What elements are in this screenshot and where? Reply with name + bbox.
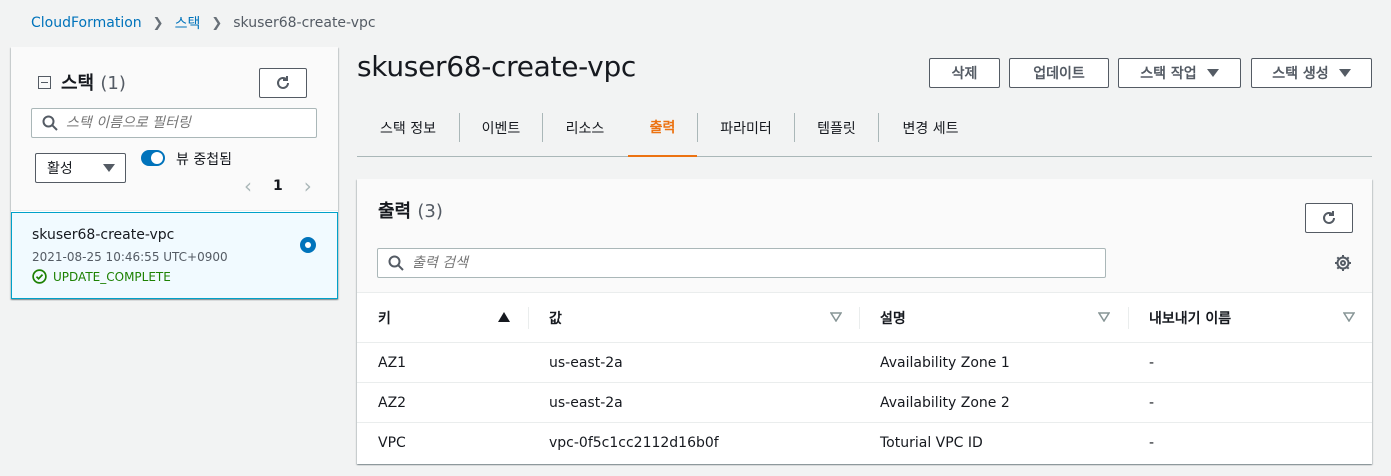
stack-timestamp: 2021-08-25 10:46:55 UTC+0900	[32, 250, 228, 264]
cell-key: AZ1	[378, 355, 407, 371]
tab-template[interactable]: 템플릿	[795, 98, 878, 157]
cell-key: AZ2	[378, 395, 407, 411]
outputs-count: (3)	[417, 201, 443, 222]
table-row: AZ1 us-east-2a Availability Zone 1 -	[357, 342, 1372, 382]
tab-outputs[interactable]: 출력	[628, 98, 697, 157]
column-header-key[interactable]: 키	[378, 293, 391, 342]
sort-ascending-icon[interactable]	[498, 312, 510, 322]
table-row: VPC vpc-0f5c1cc2112d16b0f Toturial VPC I…	[357, 422, 1372, 462]
refresh-icon	[277, 76, 289, 89]
status-filter-select[interactable]: 활성	[35, 153, 126, 183]
update-label: 업데이트	[1033, 66, 1085, 82]
stacks-count: (1)	[100, 73, 126, 94]
column-divider	[859, 307, 860, 329]
stack-status: UPDATE_COMPLETE	[32, 269, 171, 284]
stacks-panel: 스택 (1) 활성 뷰 중첩됨 ‹ 1 › skuser68-create-vp…	[11, 47, 338, 299]
tab-change-sets[interactable]: 변경 세트	[879, 98, 982, 157]
next-page-icon[interactable]: ›	[301, 174, 315, 198]
stack-filter-input[interactable]	[66, 115, 306, 131]
cell-description: Toturial VPC ID	[880, 435, 983, 451]
outputs-panel: 출력 (3) 키 값 설명 내보내기 이름 AZ1 us-east-2a Ava…	[357, 179, 1372, 464]
table-row: AZ2 us-east-2a Availability Zone 2 -	[357, 382, 1372, 422]
delete-label: 삭제	[951, 66, 978, 82]
stack-actions-button[interactable]: 스택 작업	[1118, 58, 1241, 88]
toggle-knob	[151, 152, 163, 164]
tab-parameters[interactable]: 파라미터	[698, 98, 794, 157]
chevron-right-icon: ❯	[152, 15, 164, 31]
stack-name[interactable]: skuser68-create-vpc	[32, 227, 174, 243]
sort-icon[interactable]	[1098, 312, 1110, 322]
cell-value: us-east-2a	[549, 395, 623, 411]
cell-value: vpc-0f5c1cc2112d16b0f	[549, 435, 719, 451]
status-filter-value: 활성	[47, 161, 73, 177]
tab-events[interactable]: 이벤트	[460, 98, 542, 157]
delete-button[interactable]: 삭제	[929, 58, 1000, 88]
stack-select-radio[interactable]	[300, 237, 316, 253]
gear-icon[interactable]	[1334, 254, 1352, 272]
caret-down-icon	[103, 164, 115, 172]
page-title: skuser68-create-vpc	[357, 50, 637, 83]
cell-key: VPC	[378, 435, 406, 451]
refresh-outputs-button[interactable]	[1305, 203, 1353, 233]
outputs-header: 출력 (3)	[357, 179, 1372, 293]
caret-down-icon	[1206, 69, 1219, 77]
stacks-panel-title: 스택 (1)	[61, 69, 126, 95]
column-header-description[interactable]: 설명	[880, 293, 906, 342]
chevron-right-icon: ❯	[211, 15, 223, 31]
caret-down-icon	[1338, 69, 1351, 77]
create-stack-button[interactable]: 스택 생성	[1251, 58, 1372, 88]
cell-value: us-east-2a	[549, 355, 623, 371]
column-divider	[528, 307, 529, 329]
cell-export: -	[1149, 395, 1155, 411]
tab-resources[interactable]: 리소스	[543, 98, 627, 157]
current-page[interactable]: 1	[273, 178, 283, 194]
breadcrumb-stacks[interactable]: 스택	[175, 13, 201, 33]
stack-filter-field[interactable]	[31, 108, 317, 138]
detail-tabs: 스택 정보 이벤트 리소스 출력 파라미터 템플릿 변경 세트	[357, 98, 1372, 157]
stack-list-item[interactable]: skuser68-create-vpc 2021-08-25 10:46:55 …	[11, 212, 338, 299]
sort-icon[interactable]	[830, 312, 842, 322]
stacks-panel-header: 스택 (1) 활성 뷰 중첩됨 ‹ 1 ›	[11, 47, 338, 211]
breadcrumb-current: skuser68-create-vpc	[233, 15, 376, 31]
update-button[interactable]: 업데이트	[1009, 58, 1109, 88]
outputs-search-input[interactable]	[412, 255, 1092, 271]
breadcrumb-cloudformation[interactable]: CloudFormation	[31, 15, 142, 31]
stack-status-text: UPDATE_COMPLETE	[53, 269, 171, 284]
column-header-value[interactable]: 값	[549, 293, 562, 342]
stack-actions-label: 스택 작업	[1140, 66, 1197, 82]
create-stack-label: 스택 생성	[1272, 66, 1329, 82]
sort-icon[interactable]	[1343, 312, 1355, 322]
search-icon	[42, 115, 58, 131]
outputs-title-text: 출력	[378, 201, 412, 222]
outputs-title: 출력 (3)	[378, 197, 443, 223]
cell-description: Availability Zone 1	[880, 355, 1010, 371]
cell-export: -	[1149, 355, 1155, 371]
prev-page-icon[interactable]: ‹	[241, 174, 255, 198]
collapse-icon[interactable]	[38, 76, 51, 89]
search-icon	[388, 255, 404, 271]
check-circle-icon	[32, 269, 47, 284]
column-header-export-name[interactable]: 내보내기 이름	[1149, 293, 1231, 342]
tab-stack-info[interactable]: 스택 정보	[357, 98, 459, 157]
cell-export: -	[1149, 435, 1155, 451]
refresh-icon	[1323, 211, 1335, 224]
stacks-title-text: 스택	[61, 73, 95, 94]
pagination: ‹ 1 ›	[241, 174, 315, 198]
nested-view-label: 뷰 중첩됨	[176, 152, 232, 168]
nested-view-toggle[interactable]	[141, 150, 165, 166]
column-divider	[1128, 307, 1129, 329]
refresh-stacks-button[interactable]	[259, 68, 307, 98]
cell-description: Availability Zone 2	[880, 395, 1010, 411]
breadcrumb: CloudFormation ❯ 스택 ❯ skuser68-create-vp…	[31, 13, 376, 33]
outputs-search-field[interactable]	[377, 248, 1106, 278]
